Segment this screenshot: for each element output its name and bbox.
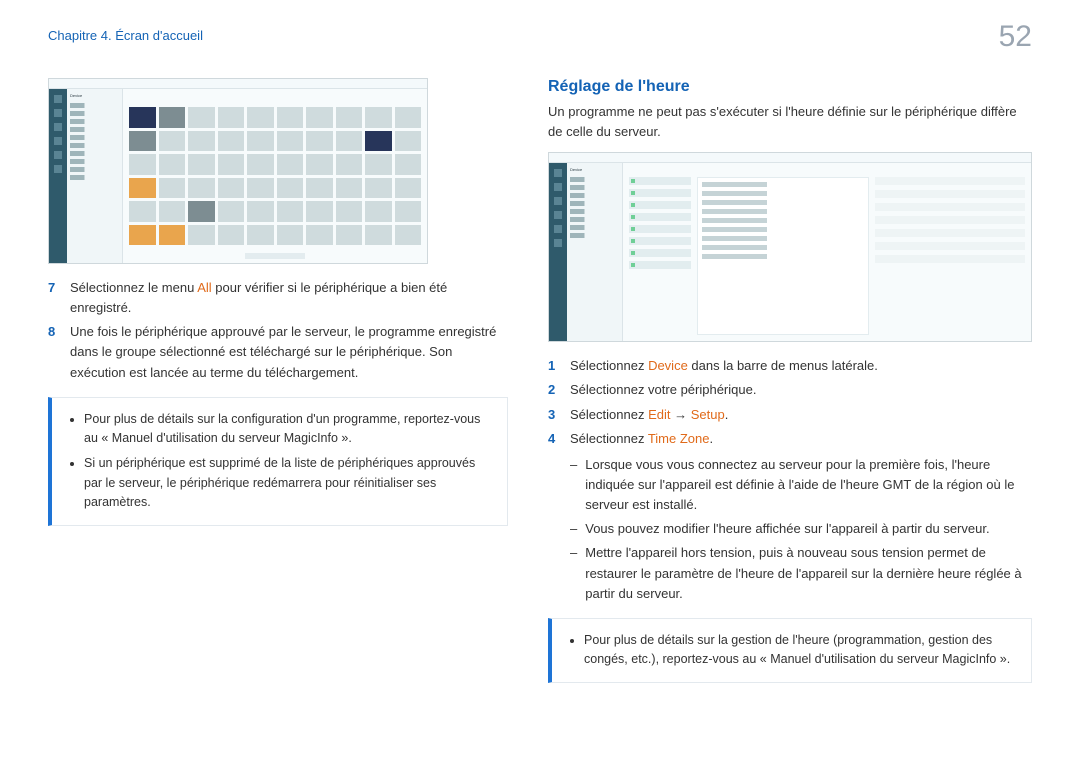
step-text: Une fois le périphérique approuvé par le… bbox=[70, 322, 508, 382]
page-number: 52 bbox=[999, 20, 1032, 54]
step-text: Sélectionnez Time Zone. bbox=[570, 429, 1032, 449]
screenshot-device-grid: Device bbox=[48, 78, 428, 264]
highlight-device: Device bbox=[648, 358, 688, 373]
step-number: 1 bbox=[548, 356, 560, 376]
callout-item: Si un périphérique est supprimé de la li… bbox=[84, 454, 493, 512]
shot-pager bbox=[245, 253, 305, 259]
right-sublist: Lorsque vous vous connectez au serveur p… bbox=[548, 455, 1032, 604]
shot-grid bbox=[129, 107, 421, 245]
highlight-timezone: Time Zone bbox=[648, 431, 710, 446]
shot-table bbox=[875, 177, 1025, 335]
right-callout: Pour plus de détails sur la gestion de l… bbox=[548, 618, 1032, 683]
step-text: Sélectionnez Edit → Setup. bbox=[570, 405, 1032, 425]
sub-item: Lorsque vous vous connectez au serveur p… bbox=[570, 455, 1032, 515]
callout-item: Pour plus de détails sur la gestion de l… bbox=[584, 631, 1017, 670]
left-steps: 7 Sélectionnez le menu All pour vérifier… bbox=[48, 278, 508, 383]
shot-form-panel bbox=[697, 177, 869, 335]
screenshot-time-settings: Device bbox=[548, 152, 1032, 342]
step-8: 8 Une fois le périphérique approuvé par … bbox=[48, 322, 508, 382]
step-1: 1 Sélectionnez Device dans la barre de m… bbox=[548, 356, 1032, 376]
sub-item: Mettre l'appareil hors tension, puis à n… bbox=[570, 543, 1032, 603]
step-number: 2 bbox=[548, 380, 560, 400]
chapter-label: Chapitre 4. Écran d'accueil bbox=[48, 28, 203, 43]
sub-item: Vous pouvez modifier l'heure affichée su… bbox=[570, 519, 1032, 539]
step-3: 3 Sélectionnez Edit → Setup. bbox=[548, 405, 1032, 425]
highlight-setup: Setup bbox=[691, 407, 725, 422]
left-callout: Pour plus de détails sur la configuratio… bbox=[48, 397, 508, 526]
callout-item: Pour plus de détails sur la configuratio… bbox=[84, 410, 493, 449]
step-number: 7 bbox=[48, 278, 60, 318]
shot-device-list bbox=[629, 177, 691, 335]
shot-side-header: Device bbox=[70, 93, 119, 100]
section-title: Réglage de l'heure bbox=[548, 78, 1032, 96]
section-intro: Un programme ne peut pas s'exécuter si l… bbox=[548, 102, 1032, 142]
right-steps: 1 Sélectionnez Device dans la barre de m… bbox=[548, 356, 1032, 604]
step-4: 4 Sélectionnez Time Zone. bbox=[548, 429, 1032, 449]
shot-side-header: Device bbox=[570, 167, 619, 174]
step-2: 2 Sélectionnez votre périphérique. bbox=[548, 380, 1032, 400]
step-text: Sélectionnez le menu All pour vérifier s… bbox=[70, 278, 508, 318]
step-text: Sélectionnez Device dans la barre de men… bbox=[570, 356, 1032, 376]
step-number: 8 bbox=[48, 322, 60, 382]
step-text: Sélectionnez votre périphérique. bbox=[570, 380, 1032, 400]
highlight-all: All bbox=[197, 280, 211, 295]
highlight-edit: Edit bbox=[648, 407, 670, 422]
step-7: 7 Sélectionnez le menu All pour vérifier… bbox=[48, 278, 508, 318]
step-number: 4 bbox=[548, 429, 560, 449]
step-number: 3 bbox=[548, 405, 560, 425]
arrow-icon: → bbox=[670, 407, 690, 422]
